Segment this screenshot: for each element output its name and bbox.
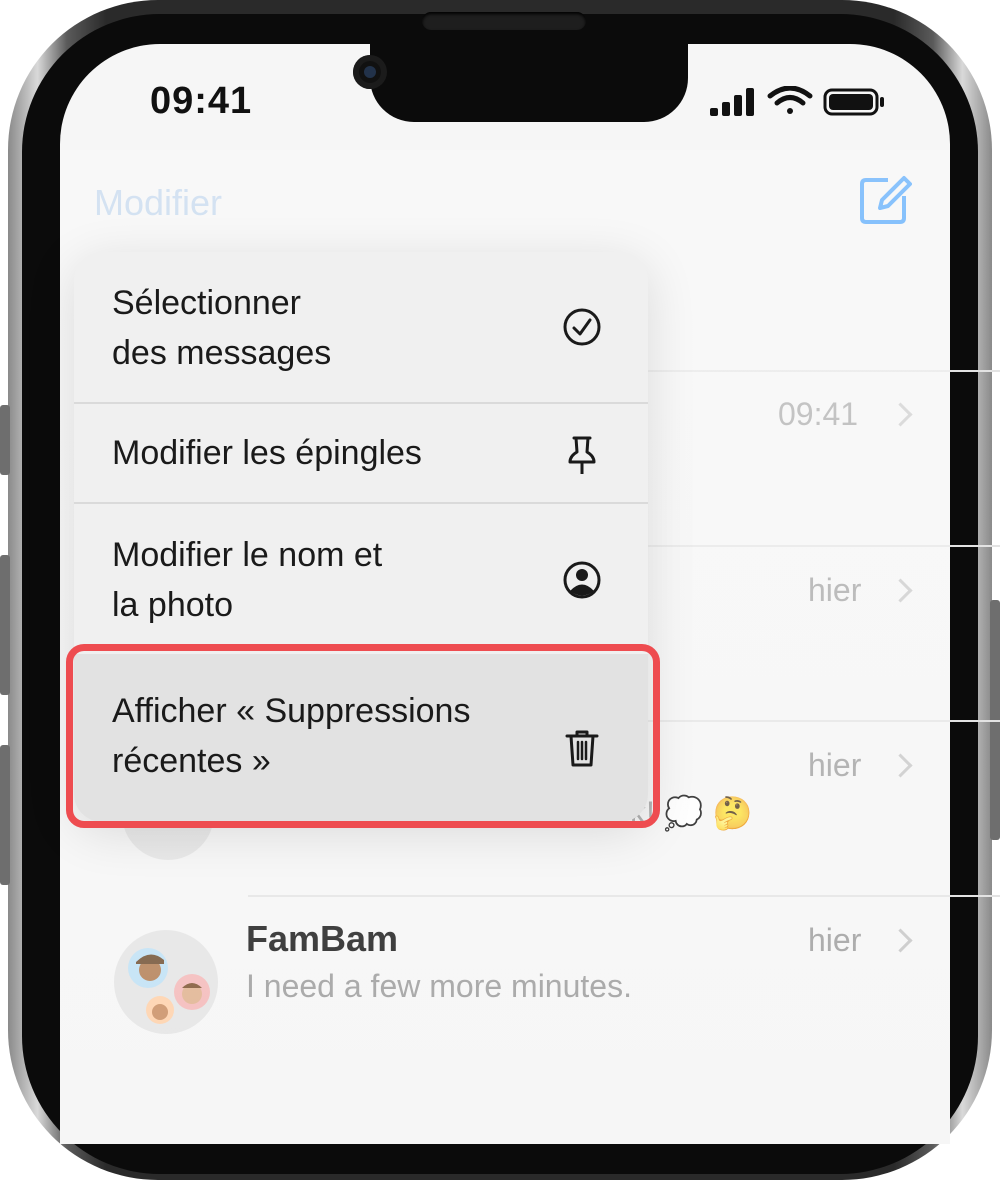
memoji-group-icon: [128, 948, 210, 1024]
row-separator: [648, 370, 1000, 372]
conversation-preview: I need a few more minutes.: [246, 968, 632, 1004]
menu-item-select-messages[interactable]: Sélectionner des messages: [74, 252, 648, 402]
menu-item-label: Modifier les épingles: [112, 434, 422, 472]
conversation-time: hier: [808, 747, 862, 783]
row-separator: [648, 545, 1000, 547]
wifi-icon: [767, 85, 813, 114]
conversation-time: hier: [808, 922, 862, 958]
row-separator: [248, 895, 1000, 897]
compose-button[interactable]: [858, 174, 912, 231]
conversation-time: hier: [808, 572, 862, 608]
front-camera: [353, 55, 387, 89]
row-separator: [648, 720, 1000, 722]
highlight-box: [66, 644, 660, 828]
status-icons: [710, 85, 890, 123]
checkmark-circle-icon: [563, 308, 601, 346]
volume-up-button: [0, 555, 10, 695]
notch: [370, 44, 688, 122]
edit-button[interactable]: Modifier: [94, 182, 222, 224]
menu-item-label: Modifier le nom et la photo: [112, 536, 383, 624]
person-circle-icon: [563, 561, 601, 599]
volume-switch: [0, 405, 10, 475]
cellular-signal-icon: [710, 88, 754, 116]
volume-down-button: [0, 745, 10, 885]
battery-icon: [823, 88, 884, 116]
speaker-grille: [422, 12, 586, 30]
menu-item-label: Sélectionner des messages: [112, 284, 332, 372]
pin-icon: [568, 436, 596, 474]
menu-item-edit-pins[interactable]: Modifier les épingles: [74, 404, 648, 502]
conversation-time: 09:41: [778, 396, 859, 432]
status-time: 09:41: [150, 80, 253, 122]
group-avatar: [114, 930, 218, 1034]
conversation-name: FamBam: [246, 918, 399, 959]
compose-icon: [860, 176, 912, 224]
menu-item-edit-name-photo[interactable]: Modifier le nom et la photo: [74, 504, 648, 654]
